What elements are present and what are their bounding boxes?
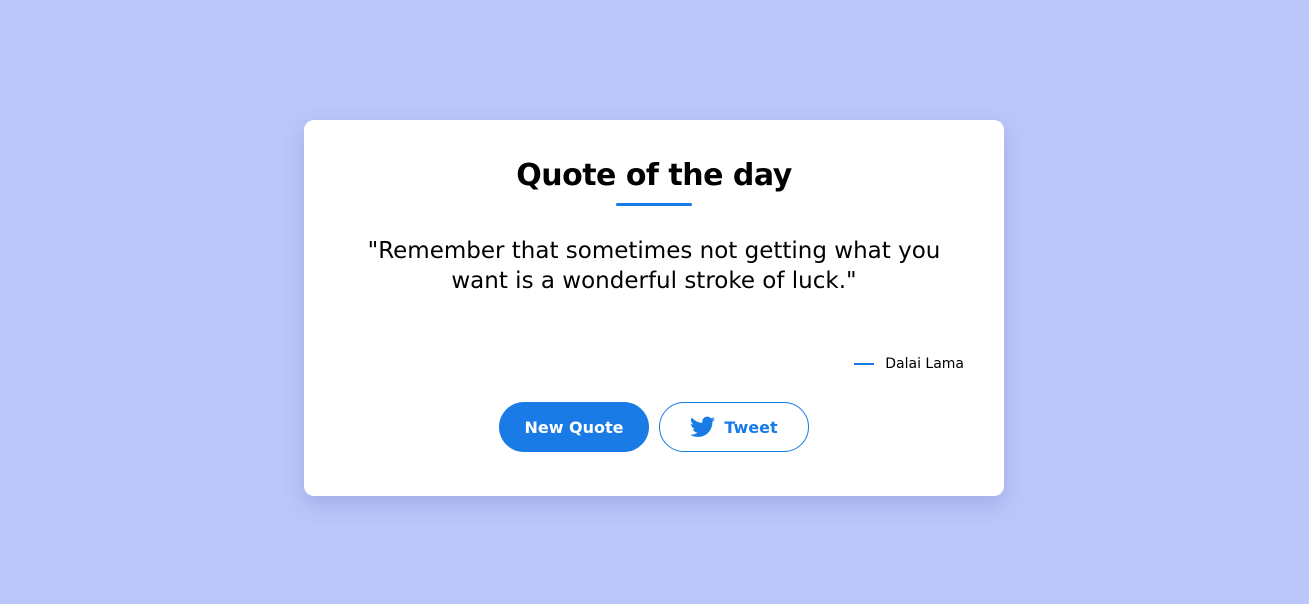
author-line: Dalai Lama: [854, 356, 964, 372]
new-quote-button-label: New Quote: [524, 417, 624, 437]
tweet-button-label: Tweet: [724, 417, 778, 437]
author-dash: [854, 363, 875, 365]
card-title: Quote of the day: [516, 158, 792, 193]
quote-text: "Remember that sometimes not getting wha…: [367, 238, 941, 294]
button-row: New Quote Tweet: [499, 402, 809, 452]
twitter-bird-icon: [690, 416, 716, 438]
new-quote-button[interactable]: New Quote: [499, 402, 649, 452]
author-name: Dalai Lama: [885, 356, 964, 372]
tweet-button[interactable]: Tweet: [659, 402, 809, 452]
quote-card: Quote of the day "Remember that sometime…: [304, 120, 1004, 496]
title-underline: [616, 203, 692, 206]
